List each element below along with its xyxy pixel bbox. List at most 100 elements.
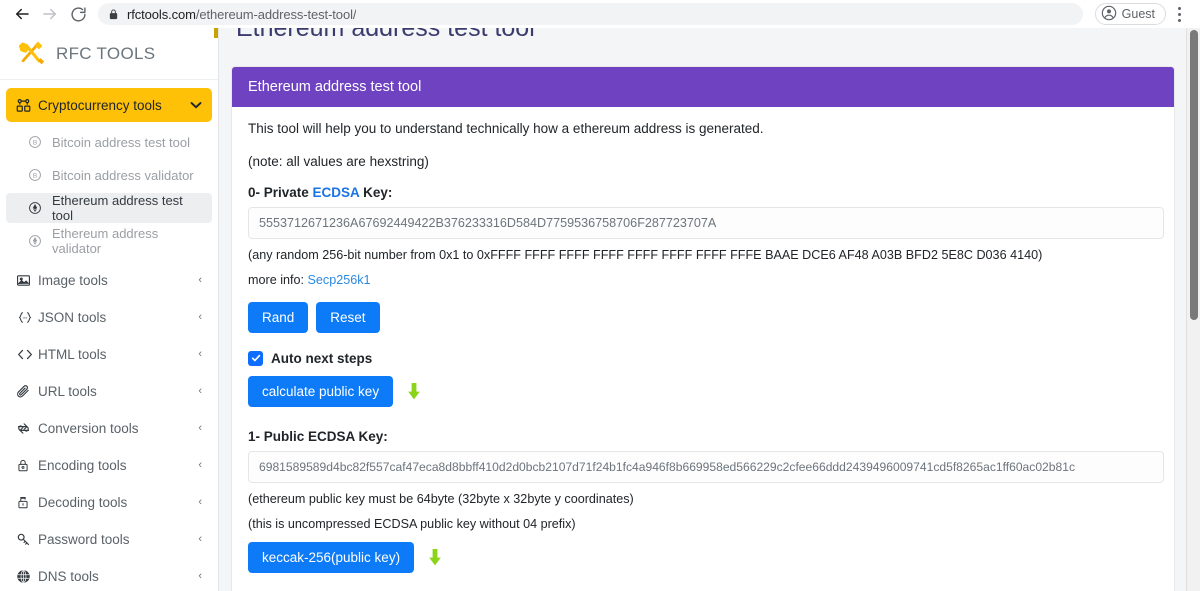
sidebar-item-password-tools[interactable]: Password tools ‹ [6,522,212,556]
angle-brackets-icon [16,347,38,362]
sidebar-item-label: Cryptocurrency tools [38,98,190,113]
brand[interactable]: RFC TOOLS [0,28,218,80]
chevron-down-icon [190,98,202,112]
chevron-left-icon: ‹ [198,385,202,397]
sidebar-item-label: Conversion tools [38,421,198,436]
sidebar-item-html-tools[interactable]: HTML tools ‹ [6,337,212,371]
url-path: /ethereum-address-test-tool/ [196,7,357,22]
chevron-left-icon: ‹ [198,570,202,582]
calculate-public-key-row: calculate public key [248,376,1158,407]
svg-text:B: B [33,139,37,146]
chevron-left-icon: ‹ [198,311,202,323]
hexstring-note: (note: all values are hexstring) [248,154,1158,169]
keccak-row: keccak-256(public key) [248,542,1158,573]
sidebar-item-label: Decoding tools [38,495,198,510]
sidebar-item-label: DNS tools [38,569,198,584]
private-key-buttons: Rand Reset [248,302,1158,333]
tool-card: Ethereum address test tool This tool wil… [231,66,1175,591]
ecdsa-link[interactable]: ECDSA [313,185,360,200]
sidebar-item-label: HTML tools [38,347,198,362]
sidebar-subitem-label: Ethereum address validator [52,226,202,256]
page-viewport: RFC TOOLS Cryptocurrency tools [0,28,1200,591]
card-body: This tool will help you to understand te… [232,107,1174,591]
sidebar-item-encoding-tools[interactable]: Encoding tools ‹ [6,448,212,482]
sidebar-item-url-tools[interactable]: URL tools ‹ [6,374,212,408]
sidebar-item-label: Image tools [38,273,198,288]
sidebar-item-json-tools[interactable]: JSON tools ‹ [6,300,212,334]
page-title: Ethereum address test tool [236,28,535,43]
chevron-left-icon: ‹ [198,459,202,471]
brand-name: RFC TOOLS [56,44,155,64]
sidebar-scroll-indicator[interactable] [214,28,218,38]
sidebar-item-label: Encoding tools [38,458,198,473]
chevron-left-icon: ‹ [198,533,202,545]
sidebar: RFC TOOLS Cryptocurrency tools [0,28,219,591]
calculate-public-key-button[interactable]: calculate public key [248,376,393,407]
private-key-hint: (any random 256-bit number from 0x1 to 0… [248,246,1158,264]
arrow-down-icon [407,383,421,400]
more-info-line: more info: Secp256k1 [248,271,1158,289]
private-key-label-suffix: Key: [359,185,392,200]
hammer-wrench-logo [16,38,46,69]
json-braces-icon [16,310,38,325]
lock-icon [108,8,119,21]
rand-button[interactable]: Rand [248,302,308,333]
sidebar-item-label: Password tools [38,532,198,547]
private-key-label-prefix: 0- Private [248,185,313,200]
auto-next-steps-label: Auto next steps [271,351,372,366]
chevron-left-icon: ‹ [198,348,202,360]
key-icon [16,532,38,547]
image-icon [16,273,38,288]
crypto-grid-icon [16,98,38,113]
ethereum-icon [28,201,52,215]
sidebar-item-bitcoin-address-test-tool[interactable]: B Bitcoin address test tool [6,127,212,157]
svg-text:B: B [33,172,37,179]
address-bar[interactable]: rfctools.com/ethereum-address-test-tool/ [98,3,1083,25]
url-domain: rfctools.com [127,7,196,22]
auto-next-steps-checkbox[interactable] [248,351,263,366]
convert-arrows-icon [16,421,38,436]
back-icon[interactable] [8,0,36,28]
sidebar-item-ethereum-address-test-tool[interactable]: Ethereum address test tool [6,193,212,223]
sidebar-item-conversion-tools[interactable]: Conversion tools ‹ [6,411,212,445]
sidebar-item-decoding-tools[interactable]: Decoding tools ‹ [6,485,212,519]
chevron-left-icon: ‹ [198,274,202,286]
forward-icon[interactable] [36,0,64,28]
sidebar-item-cryptocurrency-tools[interactable]: Cryptocurrency tools [6,88,212,122]
private-key-input[interactable]: 5553712671236A67692449422B376233316D584D… [248,207,1164,239]
chevron-left-icon: ‹ [198,496,202,508]
account-circle-icon [1101,5,1117,24]
sidebar-subitems: B Bitcoin address test tool B Bitcoin ad… [0,125,218,256]
keccak-256-button[interactable]: keccak-256(public key) [248,542,414,573]
ethereum-icon [28,234,52,248]
kebab-menu-icon[interactable] [1166,0,1192,28]
public-key-hint-2: (this is uncompressed ECDSA public key w… [248,515,1158,533]
browser-toolbar: rfctools.com/ethereum-address-test-tool/… [0,0,1200,28]
page-scrollbar-thumb[interactable] [1190,30,1198,320]
public-key-label: 1- Public ECDSA Key: [248,429,1158,444]
reset-button[interactable]: Reset [316,302,379,333]
sidebar-item-ethereum-address-validator[interactable]: Ethereum address validator [6,226,212,256]
main-content: Ethereum address test tool Ethereum addr… [219,28,1200,591]
secp256k1-link[interactable]: Secp256k1 [308,273,371,287]
arrow-down-icon [428,549,442,566]
sidebar-item-dns-tools[interactable]: DNS tools ‹ [6,559,212,591]
public-key-input[interactable]: 6981589589d4bc82f557caf47eca8d8bbff410d2… [248,451,1164,483]
lock-open-icon [16,495,38,510]
profile-label: Guest [1122,7,1155,21]
sidebar-item-label: URL tools [38,384,198,399]
profile-chip[interactable]: Guest [1095,3,1166,25]
intro-text: This tool will help you to understand te… [248,121,1158,136]
sidebar-item-image-tools[interactable]: Image tools ‹ [6,263,212,297]
sidebar-primary-group: Cryptocurrency tools [0,80,218,122]
card-title: Ethereum address test tool [232,67,1174,107]
reload-icon[interactable] [64,0,92,28]
auto-next-steps-row: Auto next steps [248,351,1158,366]
page-scrollbar[interactable] [1186,28,1200,591]
bitcoin-icon: B [28,135,52,149]
lock-closed-icon [16,458,38,473]
sidebar-tool-groups: Image tools ‹ JSON tools ‹ HTML tools ‹ [0,259,218,591]
sidebar-item-label: JSON tools [38,310,198,325]
sidebar-item-bitcoin-address-validator[interactable]: B Bitcoin address validator [6,160,212,190]
private-key-label: 0- Private ECDSA Key: [248,185,1158,200]
